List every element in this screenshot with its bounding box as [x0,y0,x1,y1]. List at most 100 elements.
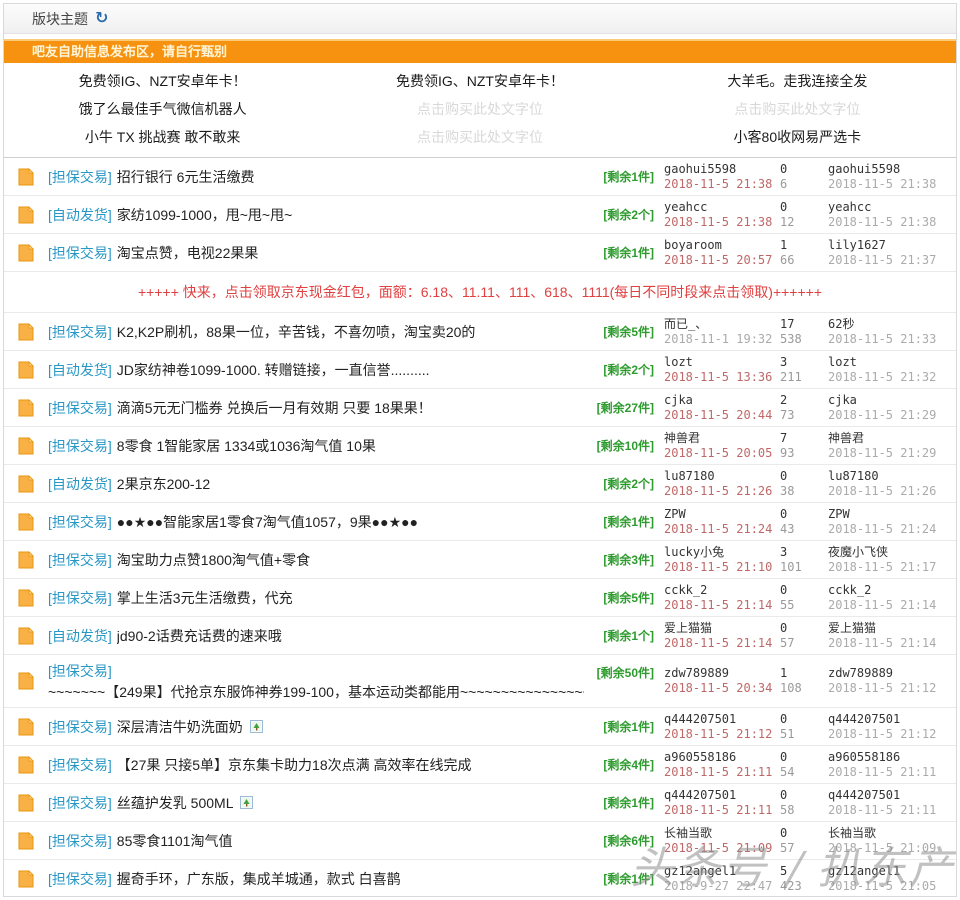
thread-title[interactable]: 8零食 1智能家居 1334或1036淘气值 10果 [117,436,376,456]
thread-title[interactable]: ~~~~~~~【249果】代抢京东服饰神券199-100，基本运动类都能用~~~… [48,682,584,702]
reply-count: 3 [780,355,828,370]
author-name[interactable]: lozt [664,355,780,370]
announcement-row[interactable]: +++++ 快来，点击领取京东现金红包，面额：6.18、11.11、111、61… [4,272,956,313]
author-name[interactable]: 而已_、 [664,317,780,332]
thread-tag[interactable]: [自动发货] [48,360,112,380]
thread-tag[interactable]: [担保交易] [48,550,112,570]
author-date: 2018-11-5 21:38 [664,215,780,230]
last-poster-name[interactable]: gaohui5598 [828,162,952,177]
thread-tag[interactable]: [担保交易] [48,167,112,187]
thread-tag[interactable]: [担保交易] [48,512,112,532]
last-poster-name[interactable]: gz12angel1 [828,864,952,879]
author-name[interactable]: ZPW [664,507,780,522]
thread-tag[interactable]: [担保交易] [48,755,112,775]
ad-placeholder-link[interactable]: 点击购买此处文字位 [321,95,638,123]
last-poster-name[interactable]: 夜魔小飞侠 [828,545,952,560]
thread-tag[interactable]: [自动发货] [48,626,112,646]
thread-title[interactable]: jd90-2话费充话费的速来哦 [117,626,282,646]
last-poster-name[interactable]: a960558186 [828,750,952,765]
author-name[interactable]: q444207501 [664,712,780,727]
author-name[interactable]: cjka [664,393,780,408]
ad-link[interactable]: 饿了么最佳手气微信机器人 [4,95,321,123]
thread-title[interactable]: 家纺1099-1000，甩~甩~甩~ [117,205,292,225]
thread-title[interactable]: 【27果 只接5单】京东集卡助力18次点满 高效率在线完成 [117,755,472,775]
last-poster-name[interactable]: lu87180 [828,469,952,484]
view-count: 57 [780,841,828,856]
thread-title[interactable]: 2果京东200-12 [117,474,210,494]
thread-title[interactable]: K2,K2P刷机，88果一位，辛苦钱，不喜勿喷，淘宝卖20的 [117,322,476,342]
last-poster-name[interactable]: q444207501 [828,712,952,727]
ad-link[interactable]: 小牛 TX 挑战赛 敢不敢来 [4,123,321,151]
author-name[interactable]: cckk_2 [664,583,780,598]
ad-link[interactable]: 小客80收网易严选卡 [639,123,956,151]
counts-cell: 17 538 [780,317,828,347]
thread-tag[interactable]: [担保交易] [48,243,112,263]
last-poster-name[interactable]: lozt [828,355,952,370]
author-name[interactable]: lucky小兔 [664,545,780,560]
last-poster-name[interactable]: 62秒 [828,317,952,332]
last-poster-name[interactable]: cckk_2 [828,583,952,598]
thread-main: [担保交易] 淘宝助力点赞1800淘气值+零食 [48,550,584,570]
thread-tag[interactable]: [担保交易] [48,831,112,851]
last-poster-name[interactable]: lily1627 [828,238,952,253]
last-poster-name[interactable]: q444207501 [828,788,952,803]
icon-cell [16,655,48,691]
last-poster-name[interactable]: zdw789889 [828,666,952,681]
author-name[interactable]: 长袖当歌 [664,826,780,841]
ads-grid: 免费领IG、NZT安卓年卡！免费领IG、NZT安卓年卡！大羊毛。走我连接全发饿了… [4,67,956,151]
thread-title[interactable]: 淘宝点赞，电视22果果 [117,243,259,263]
author-name[interactable]: 神兽君 [664,431,780,446]
ad-placeholder-link[interactable]: 点击购买此处文字位 [639,95,956,123]
thread-tag[interactable]: [担保交易] [48,436,112,456]
author-name[interactable]: gz12angel1 [664,864,780,879]
thread-tag[interactable]: [担保交易] [48,717,112,737]
icon-cell [16,322,48,342]
thread-title[interactable]: 握奇手环，广东版，集成羊城通，款式 白喜鹊 [117,869,401,889]
ad-placeholder-link[interactable]: 点击购买此处文字位 [321,123,638,151]
author-name[interactable]: boyaroom [664,238,780,253]
author-name[interactable]: lu87180 [664,469,780,484]
author-name[interactable]: yeahcc [664,200,780,215]
thread-title[interactable]: 85零食1101淘气值 [117,831,233,851]
last-post-cell: q444207501 2018-11-5 21:12 [828,712,952,742]
thread-tag[interactable]: [自动发货] [48,205,112,225]
author-name[interactable]: zdw789889 [664,666,780,681]
remaining-badge: [剩余1件] [584,870,654,887]
ad-link[interactable]: 免费领IG、NZT安卓年卡！ [321,67,638,95]
thread-tag[interactable]: [自动发货] [48,474,112,494]
last-post-date: 2018-11-5 21:37 [828,253,952,268]
author-name[interactable]: q444207501 [664,788,780,803]
author-name[interactable]: 爱上猫猫 [664,621,780,636]
ad-link[interactable]: 免费领IG、NZT安卓年卡！ [4,67,321,95]
thread-tag[interactable]: [担保交易] [48,793,112,813]
thread-row: [担保交易] 掌上生活3元生活缴费，代充 [剩余5件] cckk_2 2018-… [4,579,956,617]
thread-tag[interactable]: [担保交易] [48,869,112,889]
thread-title[interactable]: 丝蕴护发乳 500ML [117,793,234,813]
thread-tag[interactable]: [担保交易] [48,398,112,418]
thread-title[interactable]: JD家纺神卷1099-1000. 转赠链接，一直信誉.......... [117,360,430,380]
author-name[interactable]: gaohui5598 [664,162,780,177]
last-poster-name[interactable]: ZPW [828,507,952,522]
thread-title[interactable]: 掌上生活3元生活缴费，代充 [117,588,293,608]
last-poster-name[interactable]: yeahcc [828,200,952,215]
thread-title[interactable]: 滴滴5元无门槛券 兑换后一月有效期 只要 18果果！ [117,398,432,418]
thread-tag[interactable]: [担保交易] [48,661,112,681]
reply-count: 0 [780,788,828,803]
last-poster-name[interactable]: 神兽君 [828,431,952,446]
refresh-icon[interactable]: ↻ [95,11,108,27]
thread-title[interactable]: 淘宝助力点赞1800淘气值+零食 [117,550,310,570]
last-post-cell: lozt 2018-11-5 21:32 [828,355,952,385]
thread-title[interactable]: 招行银行 6元生活缴费 [117,167,255,187]
notice-banner[interactable]: 吧友自助信息发布区，请自行甄别 [4,39,956,63]
thread-tag[interactable]: [担保交易] [48,322,112,342]
last-poster-name[interactable]: 爱上猫猫 [828,621,952,636]
thread-tag[interactable]: [担保交易] [48,588,112,608]
thread-title[interactable]: 深层清洁牛奶洗面奶 [117,717,243,737]
ad-link[interactable]: 大羊毛。走我连接全发 [639,67,956,95]
last-poster-name[interactable]: 长袖当歌 [828,826,952,841]
thread-title[interactable]: ●●★●●智能家居1零食7淘气值1057，9果●●★●● [117,512,418,532]
icon-cell [16,398,48,418]
author-name[interactable]: a960558186 [664,750,780,765]
last-poster-name[interactable]: cjka [828,393,952,408]
folder-icon [16,831,36,851]
